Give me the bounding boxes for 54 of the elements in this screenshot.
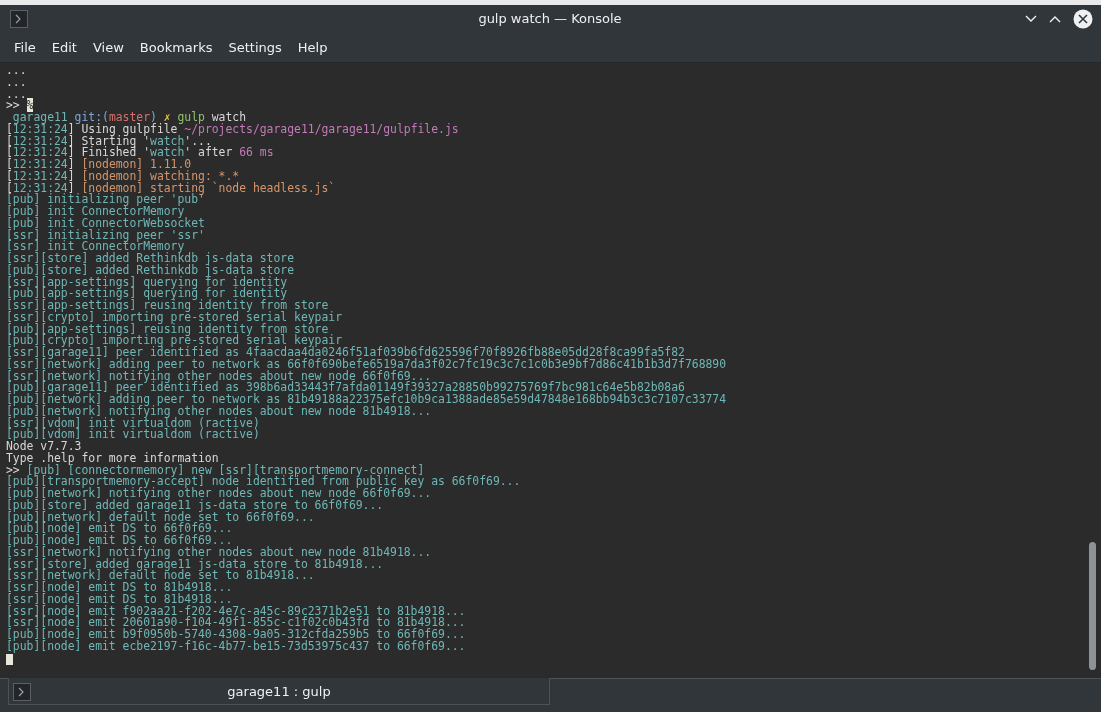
terminal-line: ... — [6, 65, 28, 77]
terminal-line: [ssr][node] emit DS to 81b4918... — [6, 593, 233, 606]
terminal-line: [pub] initializing peer 'pub' — [6, 194, 206, 206]
terminal-line: [pub][network] adding peer to network as 81b49188a22375efc10b9ca1388ade85e59d47848e168bb94b3c3c7107c33774 — [6, 394, 728, 406]
terminal-line: [ssr] initializing peer 'ssr' — [6, 229, 206, 242]
text-cursor — [6, 653, 13, 665]
terminal-line: [pub][node] emit b9f0950b-5740-4308-9a05-312cfda259b5 to 66f0f69... — [6, 629, 467, 641]
terminal-line: [pub] init ConnectorMemory — [6, 206, 185, 218]
terminal-line: [pub][store] added garage11 js-data store to 66f0f69... — [6, 499, 385, 512]
terminal-line: [ssr][crypto] importing pre-stored serial keypair — [6, 311, 344, 324]
menu-item[interactable]: Help — [289, 35, 336, 59]
terminal-line: [ssr] init ConnectorMemory — [6, 241, 185, 253]
terminal-line: Type .help for more information — [6, 452, 220, 465]
terminal-line: [pub][network] notifying other nodes about new node 81b4918... — [6, 405, 433, 418]
terminal-line: [pub][vdom] init virtualdom (ractive) — [6, 429, 261, 441]
terminal-line: [ssr][node] emit 20601a90-f104-49f1-855c-c1f02c0b43fd to 81b4918... — [6, 617, 467, 629]
maximize-icon[interactable] — [1049, 14, 1061, 23]
terminal-line: [ssr][network] adding peer to network as 66f0f690befe6519a7da3f02c7fc19c3c7c1c0b3e9bf7d86c41b1b3d7f768890 — [6, 358, 728, 371]
terminal-line: [pub][store] added Rethinkdb js-data store — [6, 264, 296, 277]
menu-item[interactable]: Settings — [220, 35, 290, 59]
terminal-line: [12:31:24] Using gulpfile ~/projects/garage11/garage11/gulpfile.js — [6, 123, 460, 136]
menu-item[interactable]: Edit — [43, 35, 85, 59]
terminal-line: [pub] init ConnectorWebsocket — [6, 217, 206, 230]
terminal-icon — [13, 682, 31, 701]
terminal-line: [pub][node] emit DS to 66f0f69... — [6, 523, 234, 535]
terminal-icon — [10, 9, 28, 28]
minimize-icon[interactable] — [1025, 14, 1037, 23]
terminal-line: [pub][node] emit DS to 66f0f69... — [6, 535, 233, 547]
scrollbar-thumb[interactable] — [1089, 542, 1096, 670]
terminal-tab[interactable]: garage11 : gulp — [8, 678, 550, 705]
terminal-line: [12:31:24] [nodemon] 1.11.0 — [6, 159, 192, 171]
terminal-line: [ssr][garage11] peer identified as 4faacdaa4da0246f51af039b6fd625596f70f8926fb88e05dd28f8ca99fa5f82 — [6, 347, 685, 359]
menu-item[interactable]: File — [6, 35, 44, 59]
terminal-line: >> % — [6, 100, 34, 112]
terminal-line: [ssr][network] notifying other nodes about new node 81b4918... — [6, 546, 433, 559]
terminal-line: [12:31:24] Finished 'watch' after 66 ms — [6, 147, 275, 159]
terminal-line: [pub][crypto] importing pre-stored serial keypair — [6, 335, 343, 347]
menu-item[interactable]: Bookmarks — [131, 35, 221, 59]
terminal-line: [pub][transportmemory-accept] node identified from public key as 66f0f69... — [6, 476, 522, 488]
terminal-line: [pub][app-settings] querying for identity — [6, 288, 289, 300]
terminal-line: garage11 git:(master) ✗ gulp watch — [11, 112, 247, 124]
terminal-line: [ssr][network] default node set to 81b4918... — [6, 570, 316, 582]
terminal-line: ... — [6, 88, 27, 101]
terminal-line: Node v7.7.3 — [6, 441, 82, 453]
menu-item[interactable]: View — [84, 35, 132, 59]
window-title: gulp watch — Konsole — [477, 11, 623, 26]
terminal-line: [ssr][node] emit DS to 81b4918... — [6, 582, 234, 594]
terminal-line: [pub][network] notifying other nodes about new node 66f0f69... — [6, 488, 433, 500]
close-icon[interactable] — [1073, 8, 1093, 29]
terminal-line: [ssr][store] added Rethinkdb js-data store — [6, 253, 296, 265]
terminal-line: [pub][garage11] peer identified as 398b6ad33443f7afda01149f39327a28850b99275769f7bc981c64e5b82b08a6 — [6, 382, 685, 394]
terminal-line: [ssr][app-settings] reusing identity from store — [6, 300, 329, 312]
terminal-line: [pub][node] emit ecbe2197-f16c-4b77-be15-73d53975c437 to 66f0f69... — [6, 640, 467, 653]
terminal-line: ... — [6, 76, 28, 89]
